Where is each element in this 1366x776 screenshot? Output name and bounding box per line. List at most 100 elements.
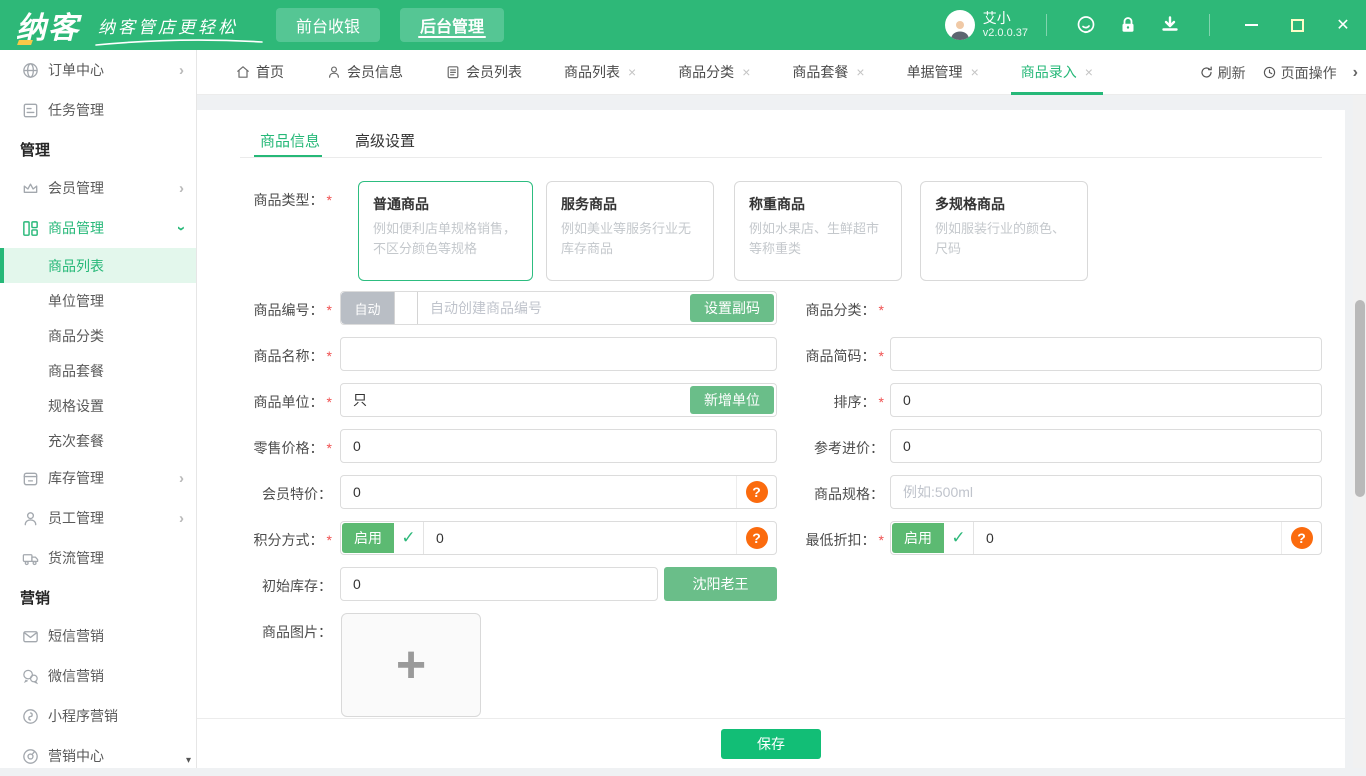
sidebar-item-staff-management[interactable]: 员工管理 › [0,498,196,538]
chevron-right-icon: › [179,179,184,197]
nav-tab-frontdesk[interactable]: 前台收银 [276,8,381,42]
sidebar-item-product-management[interactable]: 商品管理 › [0,208,196,248]
sidebar-subitem-recharge-package[interactable]: 充次套餐 [0,423,196,458]
product-type-card-multispec[interactable]: 多规格商品 例如服装行业的颜色、尺码 [920,181,1088,281]
sidebar-subitem-product-list[interactable]: 商品列表 [0,248,196,283]
sidebar-item-label: 订单中心 [48,62,104,78]
sidebar-item-label: 微信营销 [48,668,104,684]
window-minimize-button[interactable] [1234,8,1268,42]
download-icon[interactable] [1153,8,1187,42]
auto-code-toggle[interactable]: 自动 [341,292,394,324]
close-tab-icon[interactable]: × [742,64,750,80]
product-shortcode-input[interactable] [890,337,1322,371]
help-icon[interactable]: ? [745,481,768,503]
points-enable-button[interactable]: 启用 [342,523,394,553]
product-type-card-service[interactable]: 服务商品 例如美业等服务行业无库存商品 [546,181,714,281]
close-tab-icon[interactable]: × [628,64,636,80]
refresh-button[interactable]: 刷新 [1199,63,1246,83]
check-icon[interactable]: ✓ [394,522,424,554]
window-maximize-button[interactable] [1280,8,1314,42]
header-nav: 前台收银 后台管理 [276,8,505,42]
sidebar-item-marketing-center[interactable]: 营销中心 [0,736,196,776]
tab-member-info[interactable]: 会员信息 [316,50,413,95]
min-discount-input[interactable] [974,523,1281,553]
crown-icon [20,178,40,198]
card-desc: 例如美业等服务行业无库存商品 [561,221,692,257]
product-name-label: 商品名称： * [253,348,332,364]
tab-product-category[interactable]: 商品分类 × [668,50,760,95]
product-type-card-normal[interactable]: 普通商品 例如便利店单规格销售，不区分颜色等规格 [358,181,533,281]
tab-product-info[interactable]: 商品信息 [260,130,320,151]
page-operations-button[interactable]: 页面操作 [1262,63,1337,83]
slogan-swoosh-line [95,38,263,46]
product-name-input[interactable] [340,337,777,371]
list-icon [445,64,461,80]
chevron-right-icon[interactable]: › [1353,64,1358,82]
nav-tab-backoffice[interactable]: 后台管理 [400,8,505,42]
product-spec-input[interactable] [890,475,1322,509]
lock-icon[interactable] [1111,8,1145,42]
sidebar-scroll-down-icon[interactable]: ▾ [186,755,191,766]
member-price-help-cell: ? [736,476,776,508]
product-type-label: 商品类型： * [253,192,332,208]
user-info: 艾小 v2.0.0.37 [983,10,1028,40]
close-tab-icon[interactable]: × [1085,64,1093,80]
tab-product-list[interactable]: 商品列表 × [554,50,646,95]
purchase-price-input[interactable] [890,429,1322,463]
open-page-tabs: 首页 会员信息 会员列表 商品列表 × 商品分类 × 商品套餐 × 单据管理 ×… [225,50,1125,95]
card-desc: 例如水果店、生鲜超市等称重类 [749,221,880,257]
close-tab-icon[interactable]: × [971,64,979,80]
add-unit-button[interactable]: 新增单位 [690,386,774,414]
check-icon[interactable]: ✓ [944,522,974,554]
product-code-label: 商品编号： * [253,302,332,318]
image-upload-box[interactable]: + [341,613,481,717]
sidebar-subitem-unit-management[interactable]: 单位管理 [0,283,196,318]
header-right-cluster: 艾小 v2.0.0.37 ✕ [944,0,1366,50]
page-tab-bar: 首页 会员信息 会员列表 商品列表 × 商品分类 × 商品套餐 × 单据管理 ×… [197,50,1366,95]
sidebar-item-sms-marketing[interactable]: 短信营销 [0,616,196,656]
sidebar-subitem-product-category[interactable]: 商品分类 [0,318,196,353]
help-icon[interactable]: ? [745,527,768,549]
help-icon[interactable]: ? [1290,527,1313,549]
points-value-input[interactable] [424,523,736,553]
sidebar-item-label: 任务管理 [48,102,104,118]
sidebar-item-label: 小程序营销 [48,708,118,724]
sidebar-item-inventory-management[interactable]: 库存管理 › [0,458,196,498]
customer-service-icon[interactable] [1069,8,1103,42]
page-scrollbar-thumb[interactable] [1355,300,1365,497]
init-stock-input[interactable] [340,567,658,601]
sidebar-item-label: 员工管理 [48,510,104,526]
tab-product-entry[interactable]: 商品录入 × [1010,50,1104,95]
sidebar-item-task-management[interactable]: 任务管理 [0,90,196,130]
brand-slogan: 纳客管店更轻松 [95,13,263,46]
warehouse-button[interactable]: 沈阳老王 [664,567,777,601]
product-type-card-weighed[interactable]: 称重商品 例如水果店、生鲜超市等称重类 [734,181,902,281]
page-scrollbar-track[interactable] [1353,95,1366,768]
sidebar-item-miniprogram-marketing[interactable]: 小程序营销 [0,696,196,736]
tab-product-package[interactable]: 商品套餐 × [782,50,874,95]
sidebar-section-management: 管理 [20,141,51,159]
tab-bar-actions: 刷新 页面操作 › [1199,50,1358,95]
member-price-input[interactable] [341,477,736,507]
sidebar-item-order-center[interactable]: 订单中心 › [0,50,196,90]
sidebar-subitem-product-package[interactable]: 商品套餐 [0,353,196,388]
sort-input[interactable] [890,383,1322,417]
tab-home[interactable]: 首页 [225,50,294,95]
tab-advanced-settings[interactable]: 高级设置 [355,130,415,151]
retail-price-input[interactable] [340,429,777,463]
save-button[interactable]: 保存 [721,728,821,759]
user-avatar[interactable] [944,10,975,40]
discount-help-cell: ? [1281,522,1321,554]
window-close-button[interactable]: ✕ [1326,8,1360,42]
auto-code-toggle-knob[interactable] [394,292,418,324]
discount-enable-button[interactable]: 启用 [892,523,944,553]
tab-member-list[interactable]: 会员列表 [435,50,532,95]
tab-document-management[interactable]: 单据管理 × [897,50,989,95]
sidebar-item-logistics-management[interactable]: 货流管理 [0,538,196,578]
sidebar-item-member-management[interactable]: 会员管理 › [0,168,196,208]
sidebar-item-wechat-marketing[interactable]: 微信营销 [0,656,196,696]
sidebar-subitem-spec-settings[interactable]: 规格设置 [0,388,196,423]
user-icon [326,64,342,80]
set-subcode-button[interactable]: 设置副码 [690,294,774,322]
close-tab-icon[interactable]: × [856,64,864,80]
